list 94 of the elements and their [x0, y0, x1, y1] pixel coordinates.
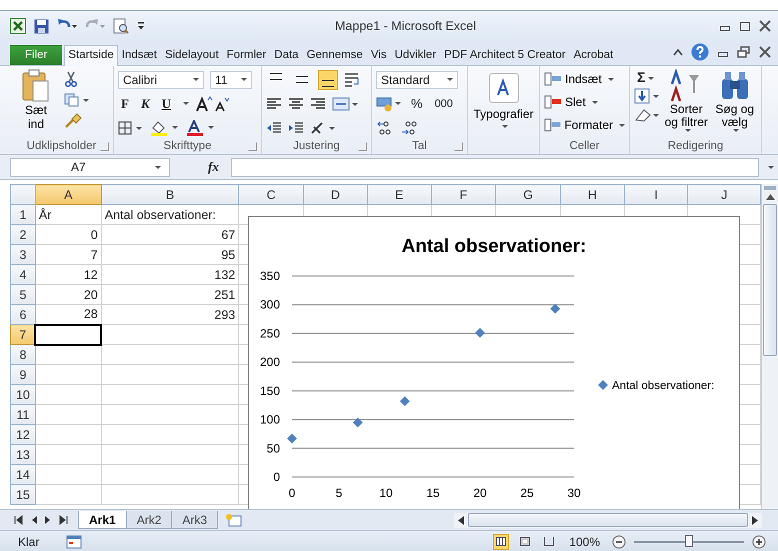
row-header[interactable]: 11 — [10, 404, 36, 424]
autosum-button[interactable]: Σ — [634, 69, 660, 85]
ribbon-tab[interactable]: Vis — [366, 45, 391, 65]
table-cell: 293 — [101, 304, 239, 324]
column-header[interactable]: B — [101, 184, 239, 204]
row-header[interactable]: 15 — [10, 484, 36, 504]
font-size-field[interactable]: 11 — [210, 70, 252, 88]
legend-label: Antal observationer: — [612, 380, 714, 392]
row-header[interactable]: 5 — [10, 284, 36, 304]
y-axis-label: 50 — [266, 441, 280, 456]
y-axis-label: 350 — [260, 269, 280, 283]
x-axis-label: 25 — [520, 486, 534, 500]
column-header[interactable]: G — [496, 184, 561, 204]
ribbon-tab[interactable]: PDF Architect 5 Creator — [440, 45, 570, 65]
row-header[interactable]: 14 — [10, 464, 36, 484]
table-cell: 67 — [101, 224, 239, 244]
status-text: Klar — [18, 534, 40, 548]
ribbon-tab[interactable]: Indsæt — [118, 45, 161, 65]
ribbon-tab[interactable]: Gennemse — [302, 45, 367, 65]
cells-menu-button[interactable]: Indsæt — [544, 69, 625, 89]
column-header[interactable]: J — [688, 184, 761, 204]
y-axis-label: 250 — [260, 326, 280, 340]
group-label: Redigering — [668, 140, 724, 152]
x-axis-label: 15 — [426, 486, 440, 500]
ribbon-tab[interactable]: Filer — [10, 45, 62, 65]
table-cell: 95 — [101, 244, 239, 264]
y-axis-label: 100 — [260, 412, 280, 427]
column-header[interactable]: C — [238, 184, 304, 204]
row-header[interactable]: 12 — [10, 424, 36, 444]
underline-button[interactable]: U — [158, 96, 174, 112]
styles-button[interactable]: Typografier — [473, 69, 534, 128]
x-axis-label: 30 — [567, 486, 581, 500]
ribbon-tab[interactable]: Acrobat — [570, 45, 618, 65]
bold-button[interactable]: F — [118, 96, 132, 112]
cells-menu-button[interactable]: Formater — [544, 115, 625, 135]
ribbon-tab[interactable]: Startside — [64, 45, 118, 66]
insert-function-button[interactable]: fx — [202, 159, 225, 175]
sheet-tab[interactable]: Ark3 — [171, 511, 218, 529]
y-axis-label: 300 — [260, 298, 280, 312]
row-header[interactable]: 9 — [10, 364, 36, 384]
percent-button[interactable]: % — [408, 96, 426, 111]
row-header[interactable]: 6 — [10, 304, 36, 324]
row-header[interactable]: 3 — [10, 244, 36, 264]
x-axis-label: 20 — [473, 486, 487, 500]
x-axis-label: 10 — [379, 486, 393, 500]
row-header[interactable]: 7 — [10, 324, 36, 344]
row-header[interactable]: 13 — [10, 444, 36, 464]
column-header[interactable]: F — [431, 184, 496, 204]
table-cell: År — [35, 204, 102, 224]
table-cell: 12 — [35, 264, 102, 284]
number-format-field[interactable]: Standard — [376, 70, 458, 88]
table-cell: 20 — [35, 284, 102, 304]
group-label: Justering — [293, 140, 340, 152]
table-cell: 132 — [101, 264, 239, 284]
column-header[interactable]: A — [35, 184, 102, 204]
cells-menu-button[interactable]: Slet — [544, 92, 625, 112]
column-header[interactable]: I — [624, 184, 688, 204]
zoom-level[interactable]: 100% — [569, 534, 600, 548]
group-label: Celler — [569, 140, 600, 152]
group-label: Skrifttype — [164, 140, 212, 152]
row-header[interactable]: 10 — [10, 384, 36, 404]
sheet-tab[interactable]: Ark1 — [78, 511, 127, 529]
name-box[interactable]: A7 — [10, 158, 170, 176]
row-header[interactable]: 8 — [10, 344, 36, 364]
row-header[interactable]: 1 — [10, 204, 36, 224]
y-axis-label: 200 — [260, 355, 280, 370]
paste-button[interactable]: Sæt ind — [14, 69, 58, 138]
group-label: Tal — [412, 140, 427, 152]
sort-filter-button[interactable]: Sorter og filtrer — [664, 69, 708, 138]
ribbon-tab[interactable]: Sidelayout — [160, 45, 223, 65]
y-axis-label: 0 — [273, 470, 280, 484]
column-header[interactable]: D — [303, 184, 368, 204]
row-header[interactable]: 4 — [10, 264, 36, 284]
table-cell: Antal observationer: — [101, 204, 239, 224]
table-cell: 7 — [35, 244, 102, 264]
x-axis-label: 5 — [336, 486, 342, 500]
y-axis-label: 150 — [260, 384, 280, 398]
font-name-field[interactable]: Calibri — [118, 70, 204, 88]
ribbon-tab[interactable]: Udvikler — [390, 45, 440, 65]
ribbon-tab[interactable]: Formler — [222, 45, 270, 65]
chart-title: Antal observationer: — [402, 236, 586, 257]
ribbon-tab[interactable]: Data — [270, 45, 303, 65]
italic-button[interactable]: K — [138, 96, 153, 112]
sheet-tab[interactable]: Ark2 — [126, 511, 172, 529]
window-title: Mappe1 - Microsoft Excel — [334, 19, 478, 33]
x-axis-label: 0 — [288, 486, 296, 500]
thousands-button[interactable]: 000 — [432, 98, 456, 110]
column-header[interactable]: E — [367, 184, 432, 204]
table-cell: 0 — [35, 224, 102, 244]
table-cell: 251 — [101, 284, 239, 304]
find-select-button[interactable]: Søg og vælg — [712, 69, 757, 138]
column-header[interactable]: H — [560, 184, 624, 204]
group-label: Udklipsholder — [26, 140, 96, 152]
row-header[interactable]: 2 — [10, 224, 36, 244]
